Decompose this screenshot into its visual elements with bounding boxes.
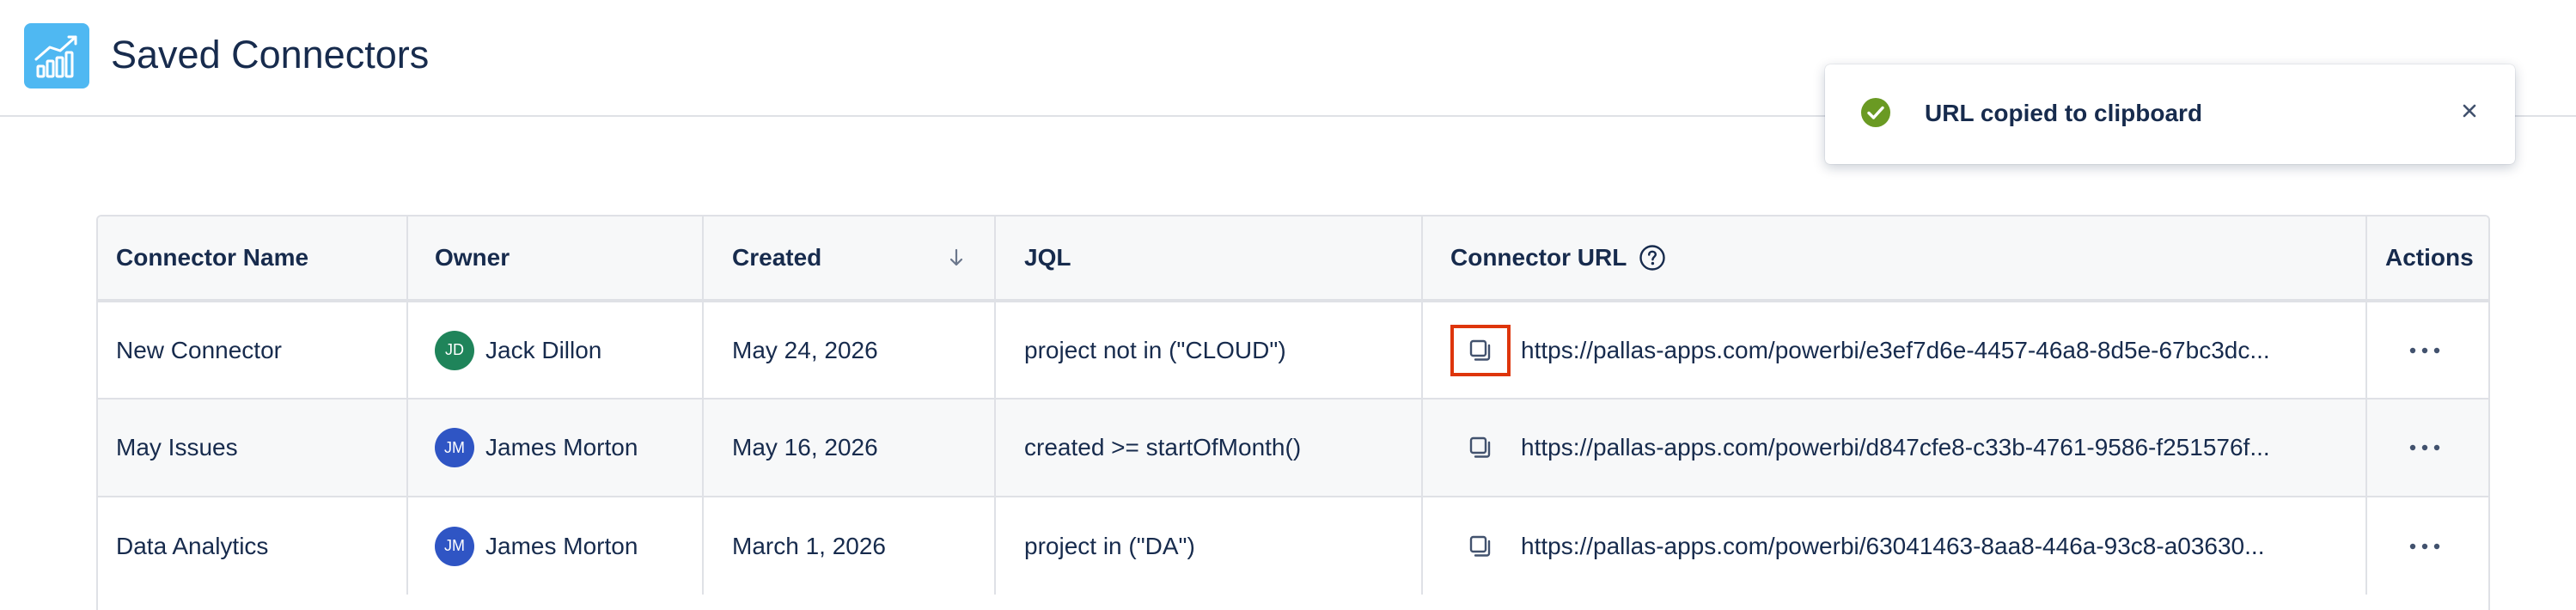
connector-url-cell: https://pallas-apps.com/powerbi/d847cfe8… [1422, 398, 2367, 497]
jql-query: created >= startOfMonth() [995, 398, 1423, 497]
column-header-created-label: Created [732, 244, 822, 271]
connector-name: May Issues [98, 398, 408, 497]
connectors-table: Connector Name Owner Created JQL Connect… [96, 215, 2490, 610]
column-header-connector-url: Connector URL [1422, 217, 2367, 302]
actions-cell [2366, 301, 2488, 399]
owner-cell: JM James Morton [407, 496, 704, 595]
copy-icon [1469, 535, 1491, 557]
connector-name: Data Analytics [98, 496, 408, 595]
more-actions-button[interactable] [2399, 430, 2451, 465]
created-date: May 24, 2026 [703, 301, 996, 399]
column-header-connector-url-label: Connector URL [1450, 244, 1627, 271]
bar-chart-trend-icon [24, 23, 89, 88]
created-date: March 1, 2026 [703, 496, 996, 595]
more-horizontal-icon [2409, 543, 2439, 549]
owner-cell: JM James Morton [407, 398, 704, 497]
copy-icon [1469, 436, 1491, 458]
more-horizontal-icon [2409, 444, 2439, 451]
connector-url: https://pallas-apps.com/powerbi/63041463… [1521, 532, 2265, 559]
actions-cell [2366, 496, 2488, 595]
more-horizontal-icon [2409, 347, 2439, 353]
close-icon[interactable] [2456, 97, 2483, 125]
toast-notification: URL copied to clipboard [1825, 64, 2515, 164]
connector-url: https://pallas-apps.com/powerbi/d847cfe8… [1521, 434, 2270, 461]
toast-message: URL copied to clipboard [1925, 100, 2203, 126]
avatar: JM [435, 526, 474, 566]
page-title: Saved Connectors [111, 33, 430, 76]
table-row[interactable]: May Issues JM James Morton May 16, 2026 … [98, 398, 2488, 497]
table-header-row: Connector Name Owner Created JQL Connect… [98, 217, 2488, 302]
owner-name: James Morton [485, 532, 638, 559]
column-header-jql[interactable]: JQL [995, 217, 1423, 302]
help-icon[interactable] [1639, 244, 1666, 271]
connector-url-cell: https://pallas-apps.com/powerbi/63041463… [1422, 496, 2367, 595]
table-row[interactable]: Data Analytics JM James Morton March 1, … [98, 496, 2488, 595]
table-row[interactable]: New Connector JD Jack Dillon May 24, 202… [98, 301, 2488, 399]
column-header-actions: Actions [2366, 217, 2488, 302]
connector-name: New Connector [98, 301, 408, 399]
jql-query: project not in ("CLOUD") [995, 301, 1423, 399]
owner-name: James Morton [485, 434, 638, 461]
actions-cell [2366, 398, 2488, 497]
jql-query: project in ("DA") [995, 496, 1423, 595]
created-date: May 16, 2026 [703, 398, 996, 497]
owner-cell: JD Jack Dillon [407, 301, 704, 399]
avatar: JM [435, 428, 474, 467]
column-header-owner[interactable]: Owner [407, 217, 704, 302]
sort-descending-icon[interactable] [947, 247, 966, 269]
more-actions-button[interactable] [2399, 333, 2451, 368]
connector-url-cell: https://pallas-apps.com/powerbi/e3ef7d6e… [1422, 301, 2367, 399]
column-header-created[interactable]: Created [703, 217, 996, 302]
more-actions-button[interactable] [2399, 529, 2451, 564]
column-header-connector-name[interactable]: Connector Name [98, 217, 408, 302]
owner-name: Jack Dillon [485, 336, 602, 363]
copy-url-button[interactable] [1450, 521, 1511, 572]
copy-url-button[interactable] [1450, 324, 1511, 376]
copy-icon [1469, 339, 1491, 361]
copy-url-button[interactable] [1450, 422, 1511, 473]
check-circle-icon [1861, 98, 1890, 127]
connector-url: https://pallas-apps.com/powerbi/e3ef7d6e… [1521, 336, 2270, 363]
avatar: JD [435, 330, 474, 370]
